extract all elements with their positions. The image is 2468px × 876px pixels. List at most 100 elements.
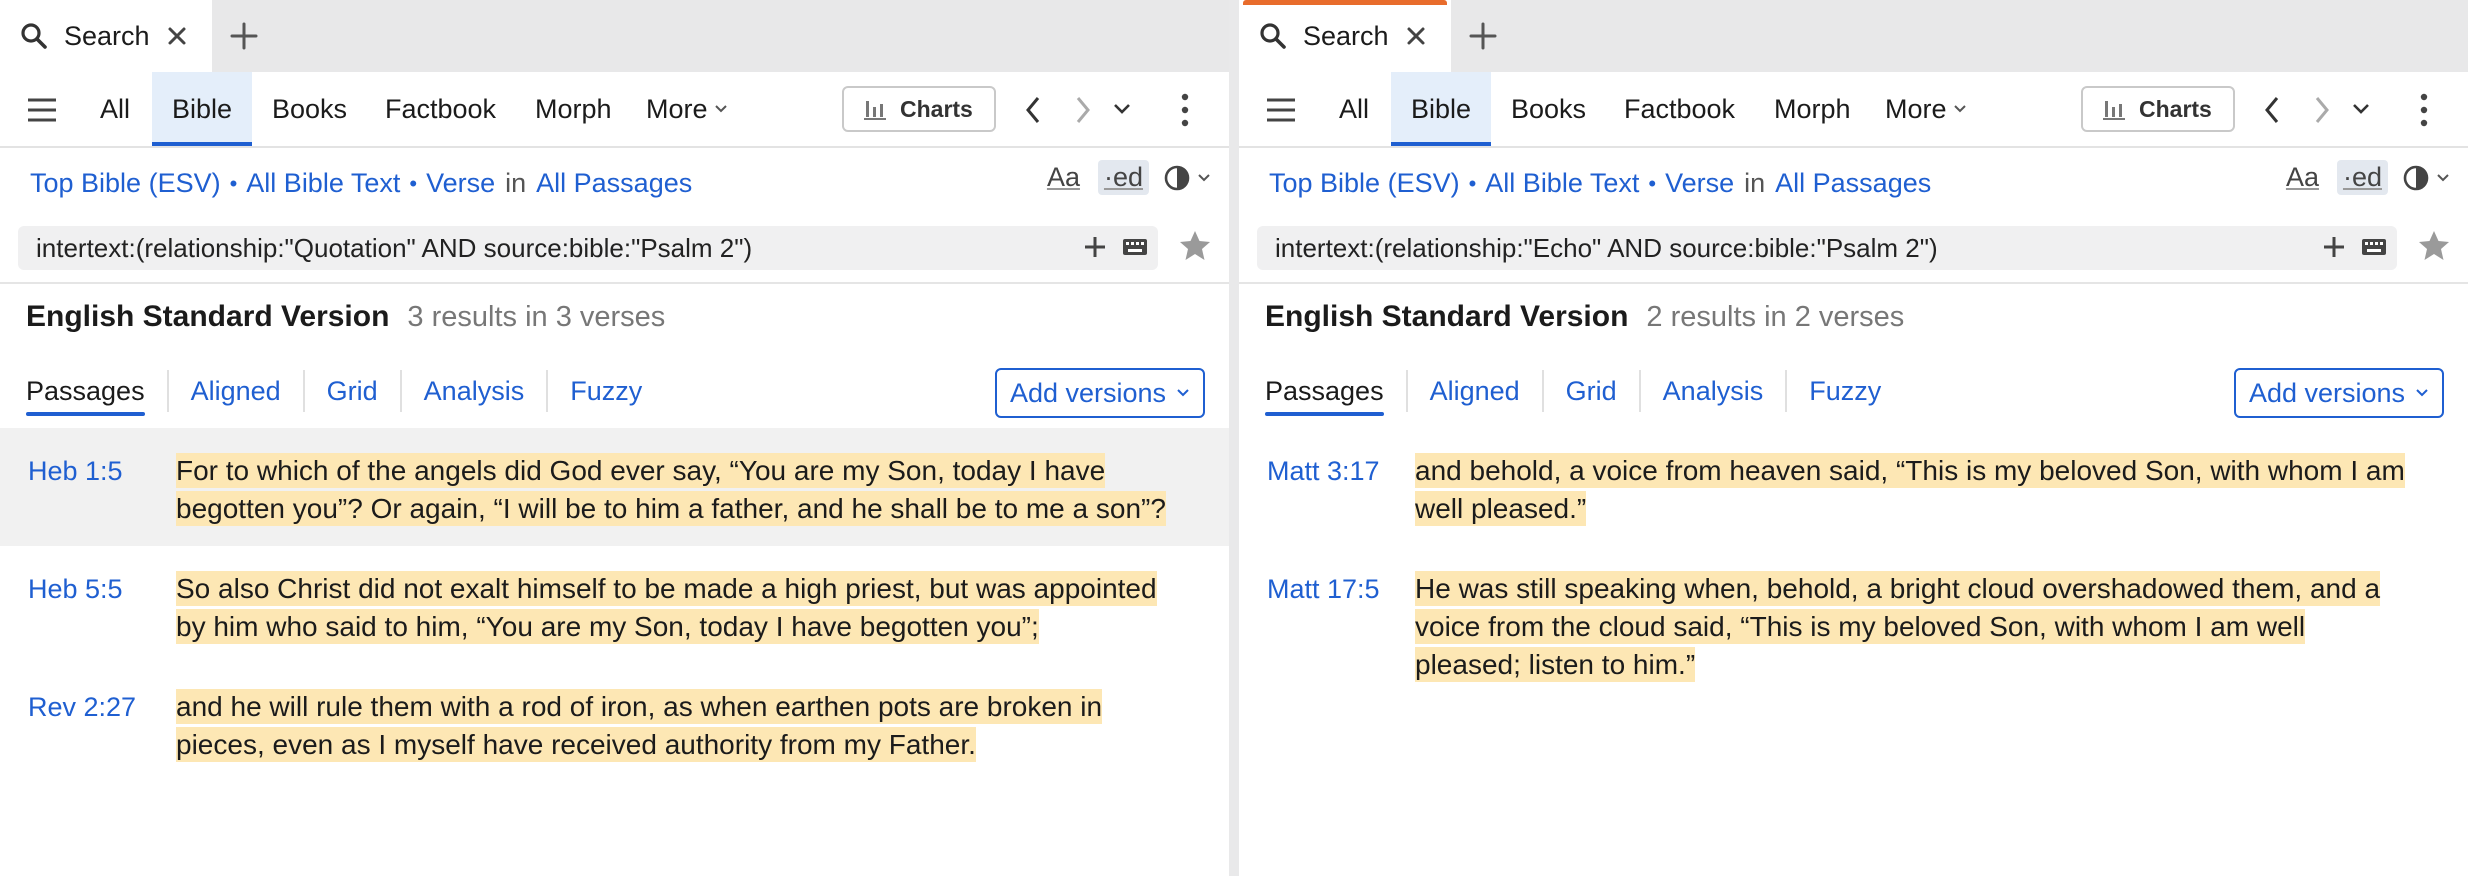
result-row[interactable]: Heb 1:5 For to which of the angels did Go… xyxy=(0,428,1229,546)
add-versions-button[interactable]: Add versions xyxy=(2234,368,2444,418)
result-row[interactable]: Matt 3:17 and behold, a voice from heaven… xyxy=(1239,428,2468,546)
visual-filter-button[interactable] xyxy=(1163,164,1211,192)
nav-tab-more[interactable]: More xyxy=(646,72,728,146)
add-versions-label: Add versions xyxy=(1009,377,1167,408)
result-row[interactable]: Heb 5:5 So also Christ did not exalt hims… xyxy=(0,546,1229,664)
version-name: English Standard Version xyxy=(26,300,390,333)
nav-tab-factbook[interactable]: Factbook xyxy=(1624,72,1735,146)
search-icon xyxy=(1260,23,1286,49)
resource-link[interactable]: Top Bible (ESV) xyxy=(30,168,221,199)
view-tab-analysis[interactable]: Analysis xyxy=(1641,370,1788,412)
unit-link[interactable]: Verse xyxy=(426,168,495,199)
plus-icon[interactable] xyxy=(1467,20,1499,52)
plus-icon[interactable] xyxy=(228,20,260,52)
menu-icon[interactable] xyxy=(1265,96,1297,124)
search-query-input[interactable]: intertext:(relationship:"Echo" AND sourc… xyxy=(1257,226,2397,270)
plus-icon[interactable] xyxy=(1082,234,1108,260)
view-tab-passages[interactable]: Passages xyxy=(26,370,169,416)
highlighted-match: For to which of the angels did God ever … xyxy=(176,453,1166,526)
kebab-menu-icon[interactable] xyxy=(1180,92,1190,128)
add-versions-button[interactable]: Add versions xyxy=(995,368,1205,418)
edition-toggle[interactable]: ·ed xyxy=(1097,160,1149,195)
search-query-input[interactable]: intertext:(relationship:"Quotation" AND … xyxy=(18,226,1158,270)
search-tab[interactable]: Search xyxy=(0,0,212,72)
view-tab-passages[interactable]: Passages xyxy=(1265,370,1408,416)
separator-dot: • xyxy=(409,170,418,196)
range-link[interactable]: All Passages xyxy=(536,168,692,199)
view-tab-aligned[interactable]: Aligned xyxy=(169,370,305,412)
scope-link[interactable]: All Bible Text xyxy=(246,168,400,199)
version-header: English Standard Version 2 results in 2 … xyxy=(1265,300,1904,334)
version-name: English Standard Version xyxy=(1265,300,1629,333)
nav-more-label: More xyxy=(646,93,708,124)
keyboard-icon[interactable] xyxy=(1122,237,1148,257)
search-pane: Search All Bible Books Factbook Morph Mo… xyxy=(0,0,1229,876)
resource-link[interactable]: Top Bible (ESV) xyxy=(1269,168,1460,199)
charts-button[interactable]: Charts xyxy=(842,86,996,132)
nav-tab-bible[interactable]: Bible xyxy=(152,72,253,146)
separator-dot: • xyxy=(1648,170,1657,196)
chevron-right-icon[interactable] xyxy=(2311,94,2333,126)
history-dropdown-icon[interactable] xyxy=(2351,102,2371,116)
unit-link[interactable]: Verse xyxy=(1665,168,1734,199)
tab-bar: Search xyxy=(1239,0,2468,72)
query-tools xyxy=(1082,234,1148,260)
verse-reference-link[interactable]: Heb 5:5 xyxy=(0,564,176,646)
view-tab-grid[interactable]: Grid xyxy=(1544,370,1641,412)
nav-tab-all[interactable]: All xyxy=(100,72,130,146)
nav-tab-all[interactable]: All xyxy=(1339,72,1369,146)
separator-dot: • xyxy=(1468,170,1477,196)
keyboard-icon[interactable] xyxy=(2361,237,2387,257)
bar-chart-icon xyxy=(864,101,886,120)
verse-reference-link[interactable]: Heb 1:5 xyxy=(0,446,176,528)
menu-icon[interactable] xyxy=(26,96,58,124)
search-icon xyxy=(21,23,47,49)
view-tab-fuzzy[interactable]: Fuzzy xyxy=(548,370,664,412)
view-tab-aligned[interactable]: Aligned xyxy=(1408,370,1544,412)
highlighted-match: and he will rule them with a rod of iron… xyxy=(176,689,1103,762)
view-tab-grid[interactable]: Grid xyxy=(305,370,402,412)
chevron-left-icon[interactable] xyxy=(2261,94,2283,126)
range-link[interactable]: All Passages xyxy=(1775,168,1931,199)
divider xyxy=(1239,282,2468,284)
chevron-down-icon xyxy=(1953,105,1966,113)
charts-button[interactable]: Charts xyxy=(2081,86,2235,132)
view-tab-fuzzy[interactable]: Fuzzy xyxy=(1787,370,1903,412)
nav-tab-books[interactable]: Books xyxy=(1511,72,1586,146)
search-tab[interactable]: Search xyxy=(1239,0,1451,72)
nav-tab-factbook[interactable]: Factbook xyxy=(385,72,496,146)
verse-reference-link[interactable]: Matt 17:5 xyxy=(1239,564,1415,684)
nav-tab-more[interactable]: More xyxy=(1885,72,1967,146)
tab-label: Search xyxy=(1303,20,1389,51)
font-size-button[interactable]: Aa xyxy=(1043,160,1084,195)
star-icon[interactable] xyxy=(1177,228,1213,264)
search-pane: Search All Bible Books Factbook Morph Mo… xyxy=(1239,0,2468,876)
plus-icon[interactable] xyxy=(2321,234,2347,260)
edition-toggle[interactable]: ·ed xyxy=(2336,160,2388,195)
chevron-right-icon[interactable] xyxy=(1072,94,1094,126)
results-list: Matt 3:17 and behold, a voice from heaven… xyxy=(1239,428,2468,702)
verse-reference-link[interactable]: Matt 3:17 xyxy=(1239,446,1415,528)
nav-tab-bible[interactable]: Bible xyxy=(1391,72,1492,146)
visual-filter-button[interactable] xyxy=(2402,164,2450,192)
version-header: English Standard Version 3 results in 3 … xyxy=(26,300,665,334)
history-dropdown-icon[interactable] xyxy=(1112,102,1132,116)
font-size-button[interactable]: Aa xyxy=(2282,160,2323,195)
close-icon[interactable] xyxy=(164,23,190,49)
verse-text: and he will rule them with a rod of iron… xyxy=(176,682,1176,764)
scope-link[interactable]: All Bible Text xyxy=(1485,168,1639,199)
contrast-icon xyxy=(2403,165,2429,190)
chevron-left-icon[interactable] xyxy=(1022,94,1044,126)
nav-tab-morph[interactable]: Morph xyxy=(1774,72,1851,146)
tab-bar: Search xyxy=(0,0,1229,72)
view-tab-analysis[interactable]: Analysis xyxy=(402,370,549,412)
result-row[interactable]: Rev 2:27 and he will rule them with a rod… xyxy=(0,664,1229,782)
close-icon[interactable] xyxy=(1403,23,1429,49)
verse-reference-link[interactable]: Rev 2:27 xyxy=(0,682,176,764)
nav-tab-morph[interactable]: Morph xyxy=(535,72,612,146)
result-row[interactable]: Matt 17:5 He was still speaking when, beh… xyxy=(1239,546,2468,702)
verse-text: He was still speaking when, behold, a br… xyxy=(1415,564,2415,684)
kebab-menu-icon[interactable] xyxy=(2419,92,2429,128)
nav-tab-books[interactable]: Books xyxy=(272,72,347,146)
star-icon[interactable] xyxy=(2416,228,2452,264)
